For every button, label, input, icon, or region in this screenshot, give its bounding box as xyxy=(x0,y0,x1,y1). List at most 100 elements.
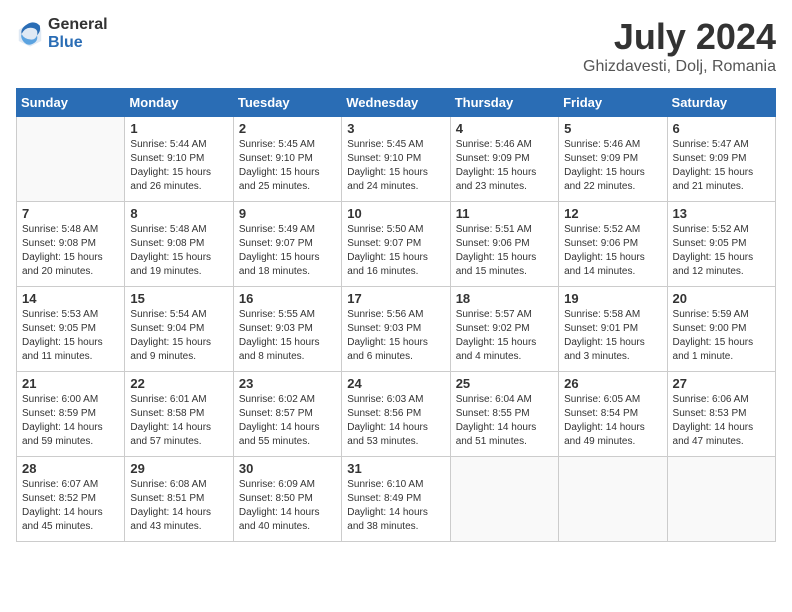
logo-general-text: General xyxy=(48,16,108,34)
day-info: Sunrise: 5:54 AMSunset: 9:04 PMDaylight:… xyxy=(130,308,227,364)
day-number: 15 xyxy=(130,291,227,306)
day-number: 13 xyxy=(673,206,770,221)
day-number: 29 xyxy=(130,461,227,476)
location-title: Ghizdavesti, Dolj, Romania xyxy=(583,58,776,76)
calendar-week-4: 21 Sunrise: 6:00 AMSunset: 8:59 PMDayligh… xyxy=(17,372,776,457)
calendar-cell: 3Sunrise: 5:45 AMSunset: 9:10 PMDaylight… xyxy=(342,117,450,202)
calendar-cell: 26 Sunrise: 6:05 AMSunset: 8:54 PMDayligh… xyxy=(559,372,667,457)
calendar-cell: 6 Sunrise: 5:47 AMSunset: 9:09 PMDaylight… xyxy=(667,117,775,202)
day-info: Sunrise: 5:51 AMSunset: 9:06 PMDaylight:… xyxy=(456,223,553,279)
day-info: Sunrise: 5:46 AMSunset: 9:09 PMDaylight:… xyxy=(564,138,661,194)
calendar-cell: 29 Sunrise: 6:08 AMSunset: 8:51 PMDayligh… xyxy=(125,457,233,542)
day-number: 19 xyxy=(564,291,661,306)
calendar-cell xyxy=(667,457,775,542)
calendar-cell: 19 Sunrise: 5:58 AMSunset: 9:01 PMDayligh… xyxy=(559,287,667,372)
day-number: 22 xyxy=(130,376,227,391)
calendar-cell xyxy=(559,457,667,542)
calendar-cell: 13 Sunrise: 5:52 AMSunset: 9:05 PMDayligh… xyxy=(667,202,775,287)
day-number: 30 xyxy=(239,461,336,476)
calendar-week-5: 28Sunrise: 6:07 AMSunset: 8:52 PMDayligh… xyxy=(17,457,776,542)
calendar-cell: 23Sunrise: 6:02 AMSunset: 8:57 PMDayligh… xyxy=(233,372,341,457)
day-number: 28 xyxy=(22,461,119,476)
calendar-cell: 18 Sunrise: 5:57 AMSunset: 9:02 PMDayligh… xyxy=(450,287,558,372)
day-info: Sunrise: 5:58 AMSunset: 9:01 PMDaylight:… xyxy=(564,308,661,364)
calendar-cell: 30 Sunrise: 6:09 AMSunset: 8:50 PMDayligh… xyxy=(233,457,341,542)
day-number: 23 xyxy=(239,376,336,391)
calendar-cell: 12Sunrise: 5:52 AMSunset: 9:06 PMDayligh… xyxy=(559,202,667,287)
day-info: Sunrise: 5:47 AMSunset: 9:09 PMDaylight:… xyxy=(673,138,770,194)
title-area: July 2024 Ghizdavesti, Dolj, Romania xyxy=(583,16,776,76)
calendar-cell: 2Sunrise: 5:45 AMSunset: 9:10 PMDaylight… xyxy=(233,117,341,202)
calendar-cell: 10 Sunrise: 5:50 AMSunset: 9:07 PMDayligh… xyxy=(342,202,450,287)
day-info: Sunrise: 6:05 AMSunset: 8:54 PMDaylight:… xyxy=(564,393,661,449)
calendar-cell: 1 Sunrise: 5:44 AMSunset: 9:10 PMDaylight… xyxy=(125,117,233,202)
calendar-cell xyxy=(450,457,558,542)
logo-blue-text: Blue xyxy=(48,34,108,52)
day-info: Sunrise: 5:57 AMSunset: 9:02 PMDaylight:… xyxy=(456,308,553,364)
calendar-cell: 17 Sunrise: 5:56 AMSunset: 9:03 PMDayligh… xyxy=(342,287,450,372)
day-number: 2 xyxy=(239,121,336,136)
logo-icon xyxy=(16,20,44,48)
day-info: Sunrise: 6:01 AMSunset: 8:58 PMDaylight:… xyxy=(130,393,227,449)
day-number: 1 xyxy=(130,121,227,136)
day-number: 24 xyxy=(347,376,444,391)
day-info: Sunrise: 5:50 AMSunset: 9:07 PMDaylight:… xyxy=(347,223,444,279)
day-number: 14 xyxy=(22,291,119,306)
day-info: Sunrise: 5:46 AMSunset: 9:09 PMDaylight:… xyxy=(456,138,553,194)
calendar-cell: 4Sunrise: 5:46 AMSunset: 9:09 PMDaylight… xyxy=(450,117,558,202)
day-number: 27 xyxy=(673,376,770,391)
day-info: Sunrise: 5:59 AMSunset: 9:00 PMDaylight:… xyxy=(673,308,770,364)
day-number: 6 xyxy=(673,121,770,136)
weekday-header-monday: Monday xyxy=(125,89,233,117)
calendar-cell: 14 Sunrise: 5:53 AMSunset: 9:05 PMDayligh… xyxy=(17,287,125,372)
day-number: 31 xyxy=(347,461,444,476)
calendar-cell xyxy=(17,117,125,202)
calendar-cell: 21 Sunrise: 6:00 AMSunset: 8:59 PMDayligh… xyxy=(17,372,125,457)
calendar-cell: 28Sunrise: 6:07 AMSunset: 8:52 PMDayligh… xyxy=(17,457,125,542)
weekday-header-saturday: Saturday xyxy=(667,89,775,117)
day-info: Sunrise: 6:06 AMSunset: 8:53 PMDaylight:… xyxy=(673,393,770,449)
day-number: 7 xyxy=(22,206,119,221)
day-info: Sunrise: 6:03 AMSunset: 8:56 PMDaylight:… xyxy=(347,393,444,449)
day-number: 8 xyxy=(130,206,227,221)
weekday-header-wednesday: Wednesday xyxy=(342,89,450,117)
day-number: 3 xyxy=(347,121,444,136)
calendar-week-2: 7Sunrise: 5:48 AMSunset: 9:08 PMDaylight… xyxy=(17,202,776,287)
day-info: Sunrise: 6:09 AMSunset: 8:50 PMDaylight:… xyxy=(239,478,336,534)
day-info: Sunrise: 5:44 AMSunset: 9:10 PMDaylight:… xyxy=(130,138,227,194)
day-info: Sunrise: 5:53 AMSunset: 9:05 PMDaylight:… xyxy=(22,308,119,364)
day-info: Sunrise: 6:00 AMSunset: 8:59 PMDaylight:… xyxy=(22,393,119,449)
day-number: 25 xyxy=(456,376,553,391)
calendar-cell: 11Sunrise: 5:51 AMSunset: 9:06 PMDayligh… xyxy=(450,202,558,287)
calendar-week-1: 1 Sunrise: 5:44 AMSunset: 9:10 PMDaylight… xyxy=(17,117,776,202)
calendar-week-3: 14 Sunrise: 5:53 AMSunset: 9:05 PMDayligh… xyxy=(17,287,776,372)
calendar-table: SundayMondayTuesdayWednesdayThursdayFrid… xyxy=(16,88,776,542)
day-info: Sunrise: 5:52 AMSunset: 9:06 PMDaylight:… xyxy=(564,223,661,279)
day-number: 10 xyxy=(347,206,444,221)
day-info: Sunrise: 6:10 AMSunset: 8:49 PMDaylight:… xyxy=(347,478,444,534)
day-number: 16 xyxy=(239,291,336,306)
calendar-cell: 24 Sunrise: 6:03 AMSunset: 8:56 PMDayligh… xyxy=(342,372,450,457)
calendar-cell: 27 Sunrise: 6:06 AMSunset: 8:53 PMDayligh… xyxy=(667,372,775,457)
day-number: 18 xyxy=(456,291,553,306)
calendar-cell: 20Sunrise: 5:59 AMSunset: 9:00 PMDayligh… xyxy=(667,287,775,372)
weekday-header-friday: Friday xyxy=(559,89,667,117)
day-number: 26 xyxy=(564,376,661,391)
calendar-cell: 15 Sunrise: 5:54 AMSunset: 9:04 PMDayligh… xyxy=(125,287,233,372)
day-info: Sunrise: 6:04 AMSunset: 8:55 PMDaylight:… xyxy=(456,393,553,449)
day-number: 21 xyxy=(22,376,119,391)
calendar-cell: 7Sunrise: 5:48 AMSunset: 9:08 PMDaylight… xyxy=(17,202,125,287)
day-number: 17 xyxy=(347,291,444,306)
day-info: Sunrise: 5:52 AMSunset: 9:05 PMDaylight:… xyxy=(673,223,770,279)
day-info: Sunrise: 5:55 AMSunset: 9:03 PMDaylight:… xyxy=(239,308,336,364)
day-info: Sunrise: 5:56 AMSunset: 9:03 PMDaylight:… xyxy=(347,308,444,364)
day-number: 5 xyxy=(564,121,661,136)
day-info: Sunrise: 5:49 AMSunset: 9:07 PMDaylight:… xyxy=(239,223,336,279)
weekday-header-tuesday: Tuesday xyxy=(233,89,341,117)
day-number: 9 xyxy=(239,206,336,221)
calendar-cell: 8Sunrise: 5:48 AMSunset: 9:08 PMDaylight… xyxy=(125,202,233,287)
page-header: General Blue July 2024 Ghizdavesti, Dolj… xyxy=(16,16,776,76)
weekday-header-sunday: Sunday xyxy=(17,89,125,117)
day-info: Sunrise: 6:08 AMSunset: 8:51 PMDaylight:… xyxy=(130,478,227,534)
calendar-cell: 31 Sunrise: 6:10 AMSunset: 8:49 PMDayligh… xyxy=(342,457,450,542)
